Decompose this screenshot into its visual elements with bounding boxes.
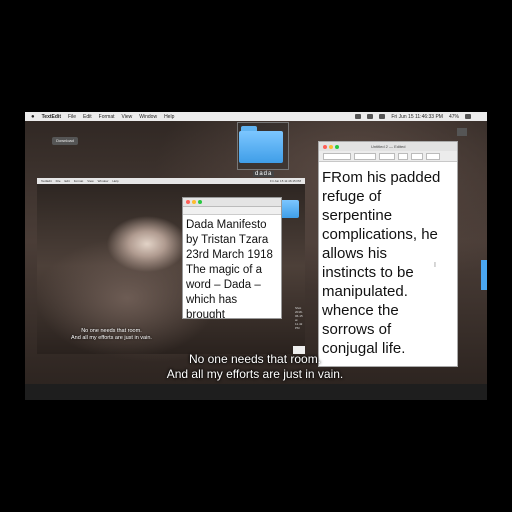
- download-button[interactable]: Download: [52, 137, 78, 145]
- document-text[interactable]: Dada Manifesto by Tristan Tzara 23rd Mar…: [183, 215, 281, 318]
- inner-menu-window: Window: [97, 179, 109, 183]
- status-icon[interactable]: [355, 114, 362, 119]
- wifi-icon[interactable]: [367, 114, 374, 119]
- text-cursor-icon: I: [434, 262, 436, 269]
- folder-edge-icon: [481, 260, 487, 290]
- menu-view[interactable]: View: [122, 114, 133, 120]
- font-size-select[interactable]: [398, 152, 408, 160]
- alignment-buttons[interactable]: [426, 152, 440, 160]
- battery-level[interactable]: 47%: [449, 114, 459, 120]
- window-title: Untitled 2 — Edited: [371, 144, 406, 149]
- font-family-select[interactable]: [354, 152, 376, 160]
- subtitle: No one needs that room. And all my effor…: [166, 352, 344, 381]
- textedit-window-small[interactable]: Dada Manifesto by Tristan Tzara 23rd Mar…: [182, 197, 282, 319]
- menu-app-name[interactable]: TextEdit: [42, 114, 61, 120]
- font-style-select[interactable]: [379, 152, 395, 160]
- zoom-icon[interactable]: [335, 144, 339, 149]
- volume-icon[interactable]: [379, 114, 386, 119]
- inner-menu-format: Format: [73, 179, 84, 183]
- close-icon[interactable]: [186, 200, 190, 204]
- inner-clock: Fri Jun 15 11:46:15 PM: [270, 179, 301, 183]
- close-icon[interactable]: [323, 144, 327, 149]
- large-window-titlebar[interactable]: Untitled 2 — Edited: [319, 142, 457, 151]
- clock[interactable]: Fri Jun 15 11:46:33 PM: [391, 114, 443, 120]
- inner-file-meta: Shot 2018-06-15 at 11.42 PM: [295, 306, 303, 330]
- minimize-icon[interactable]: [192, 200, 196, 204]
- menu-window[interactable]: Window: [139, 114, 157, 120]
- paragraph-style-select[interactable]: [323, 152, 351, 160]
- inner-menu-bar: TextEdit File Edit Format View Window He…: [37, 178, 305, 184]
- menu-file[interactable]: File: [68, 114, 76, 120]
- menu-edit[interactable]: Edit: [83, 114, 92, 120]
- inner-menu-view: View: [87, 179, 94, 183]
- inner-menu-file: File: [55, 179, 61, 183]
- menu-format[interactable]: Format: [99, 114, 115, 120]
- menu-bar: ● TextEdit File Edit Format View Window …: [25, 112, 487, 121]
- format-toolbar[interactable]: [319, 151, 457, 162]
- text-color-button[interactable]: [411, 152, 423, 160]
- inner-menu-help: Help: [112, 179, 119, 183]
- inner-menu-app: TextEdit: [41, 179, 52, 183]
- apple-icon[interactable]: ●: [31, 114, 35, 120]
- close-icon[interactable]: [457, 128, 467, 136]
- folder-icon[interactable]: [239, 126, 283, 166]
- textedit-window-large[interactable]: Untitled 2 — Edited FRom his padded refu…: [318, 141, 458, 367]
- small-window-toolbar[interactable]: [183, 207, 281, 215]
- menu-help[interactable]: Help: [164, 114, 174, 120]
- video-bottom-bar: [25, 384, 487, 400]
- minimize-icon[interactable]: [329, 144, 333, 149]
- folder-label[interactable]: dada: [253, 171, 275, 177]
- battery-icon[interactable]: [465, 114, 471, 119]
- small-window-titlebar[interactable]: [183, 198, 281, 207]
- document-text[interactable]: FRom his padded refuge of serpentine com…: [319, 162, 457, 358]
- zoom-icon[interactable]: [198, 200, 202, 204]
- inner-subtitle: No one needs that room. And all my effor…: [71, 328, 152, 341]
- inner-menu-edit: Edit: [64, 179, 70, 183]
